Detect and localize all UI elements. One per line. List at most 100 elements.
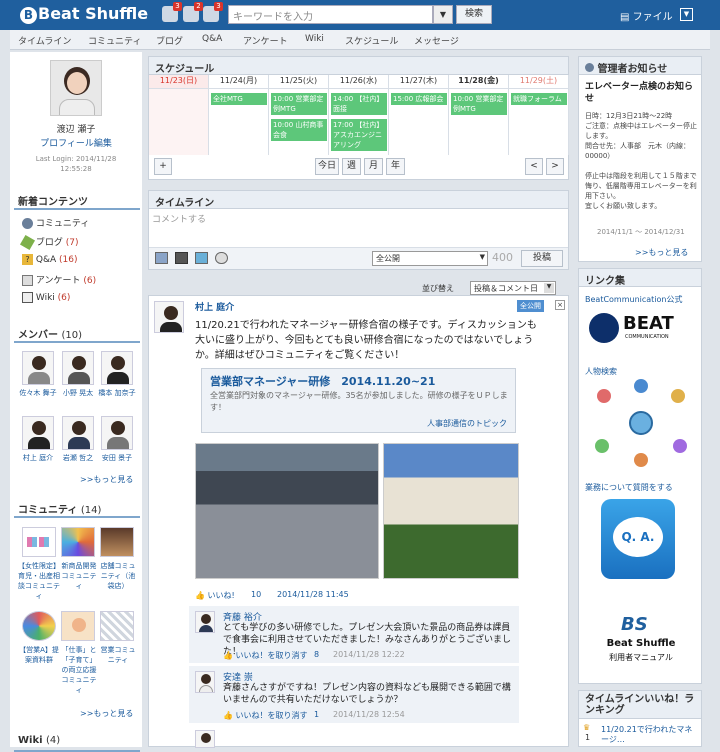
qa-app-icon[interactable]: Q. A. <box>601 499 675 579</box>
post-like[interactable]: 👍 いいね! <box>195 590 235 601</box>
schedule-week-button[interactable]: 週 <box>342 158 361 175</box>
community-name[interactable]: 新商品開発コミュニティ <box>59 561 99 601</box>
member-avatar[interactable] <box>101 351 133 385</box>
schedule-event[interactable]: 10:00 営業部定例MTG <box>271 93 327 115</box>
post-photo-meeting[interactable] <box>195 443 379 579</box>
nav-timeline[interactable]: タイムライン <box>18 34 71 47</box>
beat-logo[interactable]: BEAT COMMUNICATION <box>587 309 697 351</box>
community-thumb[interactable] <box>100 611 134 641</box>
member-name[interactable]: 佐々木 舞子 <box>18 388 58 398</box>
post-author[interactable]: 村上 庭介 <box>195 300 234 313</box>
new-contents-community[interactable]: コミュニティ <box>22 216 132 229</box>
schedule-next-button[interactable]: > <box>546 158 564 175</box>
comment-avatar[interactable] <box>195 611 215 633</box>
member-name[interactable]: 岩瀬 哲之 <box>58 453 98 463</box>
schedule-month-button[interactable]: 月 <box>364 158 383 175</box>
attach-icon[interactable] <box>215 252 228 264</box>
community-thumb[interactable] <box>22 527 56 557</box>
comment-avatar[interactable] <box>195 671 215 693</box>
schedule-event[interactable]: 10:00 山村商事会食 <box>271 119 327 141</box>
nav-schedule[interactable]: スケジュール <box>345 34 398 47</box>
nav-community[interactable]: コミュニティ <box>88 34 141 47</box>
notification-user-icon[interactable]: 3 <box>162 2 182 22</box>
nav-message[interactable]: メッセージ <box>414 34 459 47</box>
visibility-select[interactable]: 全公開 ▼ <box>372 251 488 266</box>
new-contents-blog[interactable]: ブログ (7) <box>19 234 132 251</box>
schedule-day-header[interactable]: 11/26(水) <box>329 75 389 89</box>
schedule-event[interactable]: 10:00 営業部定例MTG <box>451 93 507 115</box>
search-dropdown-icon[interactable]: ▼ <box>433 5 453 24</box>
comment-input[interactable]: コメントする <box>152 212 206 225</box>
member-name[interactable]: 村上 庭介 <box>18 453 58 463</box>
member-name[interactable]: 小野 晃太 <box>58 388 98 398</box>
member-name[interactable]: 安田 景子 <box>97 453 137 463</box>
nav-survey[interactable]: アンケート <box>243 34 288 47</box>
community-thumb[interactable] <box>22 611 56 641</box>
schedule-day-header[interactable]: 11/24(月) <box>209 75 269 89</box>
schedule-day-header[interactable]: 11/23(日) <box>149 75 209 89</box>
close-icon[interactable]: × <box>555 300 565 310</box>
schedule-event[interactable]: 全社MTG <box>211 93 267 105</box>
people-network-image[interactable] <box>591 379 691 469</box>
members-more-link[interactable]: >>もっと見る <box>80 474 133 485</box>
community-name[interactable]: 【女性限定】育児・出産相談コミュニティ <box>18 561 60 601</box>
link-people-search[interactable]: 人物検索 <box>585 366 617 377</box>
file-menu[interactable]: ▤ ファイル <box>620 8 673 23</box>
schedule-day-header[interactable]: 11/27(木) <box>389 75 449 89</box>
manual-logo[interactable]: BS Beat Shuffle 利用者マニュアル <box>589 614 693 674</box>
comment-like-toggle[interactable]: 👍 いいね！を取り消す <box>223 650 308 661</box>
new-contents-qa[interactable]: ? Q&A (16) <box>22 254 132 265</box>
schedule-day-header[interactable]: 11/28(金) <box>449 75 509 89</box>
community-name[interactable]: 【営業A】提案資料群 <box>18 645 60 685</box>
app-logo[interactable]: B Beat Shuffle <box>20 4 148 24</box>
comment-like-toggle[interactable]: 👍 いいね！を取り消す <box>223 710 308 721</box>
community-name[interactable]: 店舗コミュニティ（池袋店） <box>98 561 138 601</box>
post-photo-building[interactable] <box>383 443 519 579</box>
community-more-link[interactable]: >>もっと見る <box>80 708 133 719</box>
nav-blog[interactable]: ブログ <box>156 34 183 47</box>
profile-avatar[interactable] <box>50 60 102 116</box>
image-icon[interactable] <box>195 252 208 264</box>
header-menu-dropdown-icon[interactable]: ▼ <box>680 8 693 21</box>
video-icon[interactable] <box>175 252 188 264</box>
schedule-prev-button[interactable]: < <box>525 158 543 175</box>
member-name[interactable]: 橋本 加奈子 <box>97 388 137 398</box>
community-thumb[interactable] <box>61 527 95 557</box>
schedule-today-button[interactable]: 今日 <box>315 158 339 175</box>
search-button[interactable]: 検索 <box>456 5 492 24</box>
member-avatar[interactable] <box>101 416 133 450</box>
post-author-avatar[interactable] <box>154 301 184 333</box>
member-avatar[interactable] <box>22 351 54 385</box>
new-contents-survey[interactable]: アンケート (6) <box>22 273 132 286</box>
post-button[interactable]: 投稿 <box>521 250 563 267</box>
schedule-event[interactable]: 就職フォーラム <box>511 93 567 105</box>
nav-wiki[interactable]: Wiki <box>305 34 324 44</box>
sort-select[interactable]: 投稿＆コメント日 ▼ <box>470 281 556 295</box>
link-beat-official[interactable]: BeatCommunication公式 <box>585 294 683 305</box>
link-ask-question[interactable]: 業務について質問をする <box>585 482 673 493</box>
search-input[interactable]: キーワードを入力 <box>228 5 433 24</box>
profile-edit-link[interactable]: プロフィール編集 <box>10 136 142 149</box>
schedule-event[interactable]: 14:00 【社内】面接 <box>331 93 387 115</box>
schedule-event[interactable]: 15:00 広報部会 <box>391 93 447 105</box>
photo-icon[interactable] <box>155 252 168 264</box>
nav-qa[interactable]: Q&A <box>202 34 222 44</box>
ranking-item[interactable]: 11/20.21で行われたマネージ… <box>601 725 699 745</box>
new-contents-wiki[interactable]: Wiki (6) <box>22 292 132 303</box>
schedule-day-cell[interactable] <box>149 89 209 155</box>
member-avatar[interactable] <box>62 351 94 385</box>
notification-message-icon[interactable]: 2 <box>183 2 203 22</box>
community-name[interactable]: 「仕事」と「子育て」の両立応援コミュニティ <box>59 645 99 695</box>
notice-headline[interactable]: エレベーター点検のお知らせ <box>585 81 699 105</box>
schedule-event[interactable]: 17:00 【社内】アスカエンジニアリング <box>331 119 387 151</box>
member-avatar[interactable] <box>62 416 94 450</box>
notification-globe-icon[interactable]: 3 <box>203 2 223 22</box>
link-card[interactable]: 営業部マネージャー研修 2014.11.20~21 全営業部門対象のマネージャー… <box>201 368 516 433</box>
schedule-add-button[interactable]: + <box>154 158 172 175</box>
schedule-day-header[interactable]: 11/29(土) <box>509 75 569 89</box>
community-thumb[interactable] <box>100 527 134 557</box>
community-thumb[interactable] <box>61 611 95 641</box>
notice-more-link[interactable]: >>もっと見る <box>635 247 688 258</box>
community-name[interactable]: 営業コミュニティ <box>98 645 138 685</box>
schedule-day-header[interactable]: 11/25(火) <box>269 75 329 89</box>
